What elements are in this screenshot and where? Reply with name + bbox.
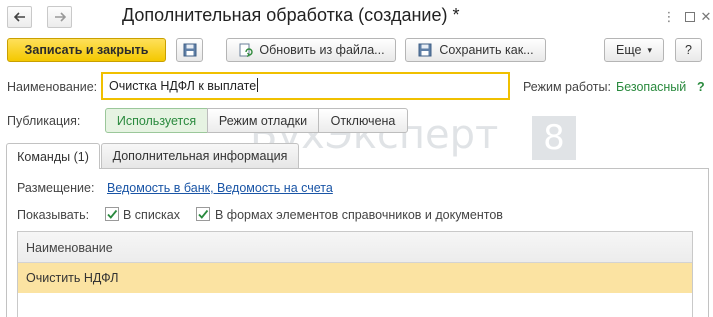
checkmark-icon bbox=[198, 209, 209, 219]
more-menu-button[interactable]: Еще ▾ bbox=[604, 38, 664, 62]
save-as-label: Сохранить как... bbox=[439, 43, 534, 57]
show-in-forms-checkbox[interactable] bbox=[196, 207, 210, 221]
commands-table: Наименование Очистить НДФЛ bbox=[17, 231, 693, 317]
help-button[interactable]: ? bbox=[675, 38, 702, 62]
mode-value-link[interactable]: Безопасный bbox=[616, 80, 686, 94]
name-label: Наименование: bbox=[7, 80, 98, 94]
show-in-forms-label[interactable]: В формах элементов справочников и докуме… bbox=[215, 208, 503, 222]
more-menu-label: Еще bbox=[616, 43, 642, 57]
publication-option-debug[interactable]: Режим отладки bbox=[207, 108, 319, 133]
checkmark-icon bbox=[107, 209, 118, 219]
text-caret bbox=[257, 78, 259, 92]
arrow-left-icon bbox=[13, 12, 25, 22]
floppy-disk-icon bbox=[183, 43, 196, 57]
refresh-file-icon bbox=[237, 42, 253, 58]
show-in-lists-checkbox[interactable] bbox=[105, 207, 119, 221]
placement-label: Размещение: bbox=[17, 181, 95, 195]
show-label: Показывать: bbox=[17, 208, 90, 222]
chevron-down-icon: ▾ bbox=[647, 44, 652, 55]
window-title: Дополнительная обработка (создание) * bbox=[122, 5, 460, 25]
mode-help-icon[interactable]: ? bbox=[697, 80, 705, 94]
save-and-close-button[interactable]: Записать и закрыть bbox=[7, 38, 166, 62]
placement-link[interactable]: Ведомость в банк, Ведомость на счета bbox=[107, 181, 333, 195]
table-header-name[interactable]: Наименование bbox=[18, 232, 692, 263]
refresh-from-file-button[interactable]: Обновить из файла... bbox=[226, 38, 396, 62]
publication-label: Публикация: bbox=[7, 114, 81, 128]
mode-label: Режим работы: bbox=[523, 80, 611, 94]
forward-button[interactable] bbox=[47, 6, 72, 28]
name-input[interactable]: Очистка НДФЛ к выплате bbox=[101, 72, 510, 100]
name-input-value: Очистка НДФЛ к выплате bbox=[109, 79, 257, 93]
save-as-icon bbox=[417, 42, 433, 58]
publication-option-disabled[interactable]: Отключена bbox=[318, 108, 408, 133]
publication-option-used[interactable]: Используется bbox=[105, 108, 208, 133]
watermark-digit: 8 bbox=[532, 116, 576, 160]
back-button[interactable] bbox=[7, 6, 32, 28]
save-as-button[interactable]: Сохранить как... bbox=[405, 38, 546, 62]
refresh-from-file-label: Обновить из файла... bbox=[259, 43, 385, 57]
arrow-right-icon bbox=[54, 12, 66, 22]
kebab-menu-icon[interactable]: ⋮ bbox=[660, 8, 678, 26]
tab-commands[interactable]: Команды (1) bbox=[6, 143, 100, 169]
show-in-lists-label[interactable]: В списках bbox=[123, 208, 180, 222]
table-row[interactable]: Очистить НДФЛ bbox=[18, 263, 692, 293]
close-icon[interactable]: ✕ bbox=[697, 8, 713, 26]
save-button[interactable] bbox=[176, 38, 203, 62]
tab-additional-info[interactable]: Дополнительная информация bbox=[101, 143, 299, 168]
